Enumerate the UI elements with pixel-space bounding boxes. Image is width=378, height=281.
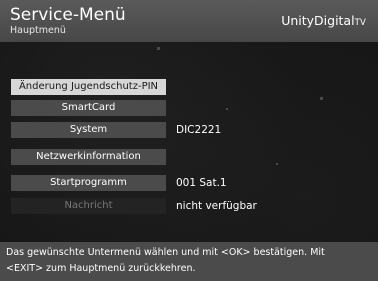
menu-item-nachricht: Nachricht — [11, 198, 166, 214]
brand-logo: UnityDigitalTV — [281, 13, 366, 31]
brand-logo-text: UnityDigital — [281, 13, 355, 28]
page-title: Service-Menü — [10, 5, 126, 25]
help-footer: Das gewünschte Untermenü wählen und mit … — [0, 242, 378, 281]
tv-screen: Service-Menü Hauptmenü UnityDigitalTV Än… — [0, 0, 378, 281]
menu-item-jugendschutz-pin[interactable]: Änderung Jugendschutz-PIN — [11, 79, 166, 95]
menu-value-nachricht: nicht verfügbar — [176, 200, 257, 212]
menu-row-smartcard: SmartCard — [11, 100, 361, 116]
menu-value-startprogramm: 001 Sat.1 — [176, 177, 227, 189]
help-text-line-1: Das gewünschte Untermenü wählen und mit … — [6, 247, 325, 258]
breadcrumb: Hauptmenü — [10, 25, 66, 36]
help-text-line-2: <EXIT> zum Hauptmenü zurückkehren. — [6, 263, 196, 274]
menu-row-nachricht: Nachricht nicht verfügbar — [11, 198, 361, 214]
menu-item-system[interactable]: System — [11, 122, 166, 138]
menu-row-startprogramm: Startprogramm 001 Sat.1 — [11, 175, 361, 191]
header-bar: Service-Menü Hauptmenü UnityDigitalTV — [0, 0, 378, 42]
brand-logo-tv: TV — [354, 18, 366, 28]
menu-row-jugendschutz-pin: Änderung Jugendschutz-PIN — [11, 79, 361, 95]
menu-row-netzwerkinformation: Netzwerkinformation — [11, 149, 361, 165]
background-speck — [157, 47, 160, 50]
menu-item-smartcard[interactable]: SmartCard — [11, 100, 166, 116]
menu-item-startprogramm[interactable]: Startprogramm — [11, 175, 166, 191]
menu-item-netzwerkinformation[interactable]: Netzwerkinformation — [11, 149, 166, 165]
menu-row-system: System DIC2221 — [11, 122, 361, 138]
menu-value-system: DIC2221 — [176, 124, 222, 136]
